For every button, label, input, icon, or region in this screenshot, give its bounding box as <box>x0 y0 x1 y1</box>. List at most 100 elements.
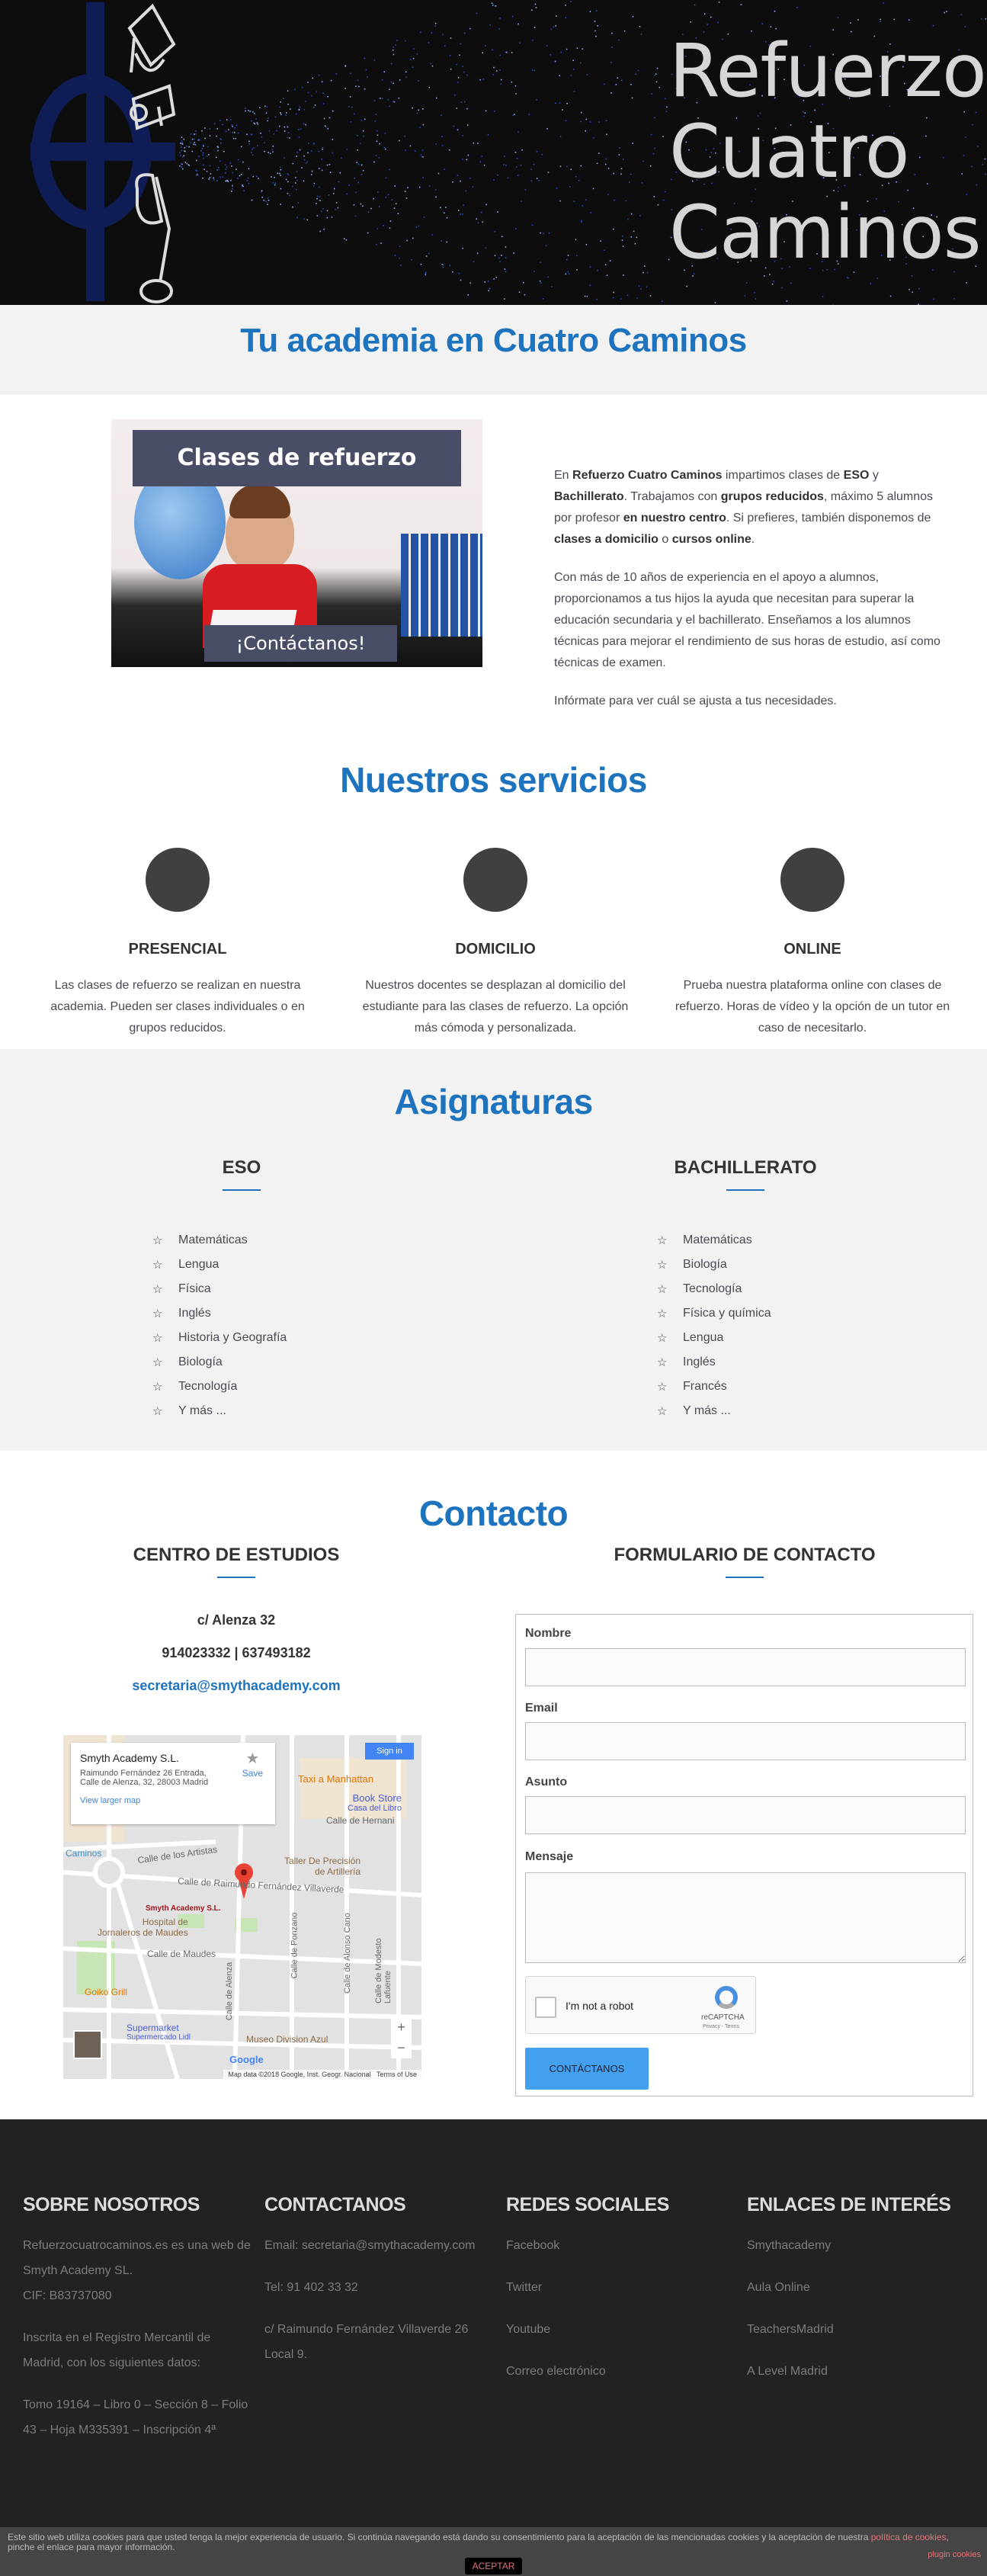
sparkle <box>499 261 501 263</box>
sparkle <box>216 146 219 147</box>
sparkle <box>604 163 607 165</box>
footer-link[interactable]: Correo electrónico <box>506 2359 735 2384</box>
recaptcha-checkbox[interactable] <box>535 1997 556 2018</box>
intro-text-run: En <box>554 469 573 482</box>
map-label: Taxi a Manhattan <box>298 1773 374 1785</box>
sparkle <box>230 179 232 181</box>
sparkle <box>638 285 640 287</box>
sparkle <box>620 298 622 300</box>
sparkle <box>425 271 427 274</box>
footer-link[interactable]: Youtube <box>506 2317 735 2342</box>
promo-image[interactable]: Clases de refuerzo ¡Contáctanos! <box>111 419 482 667</box>
map-sign-in-button[interactable]: Sign in <box>365 1743 414 1760</box>
sparkle <box>393 82 394 85</box>
sparkle <box>367 211 370 213</box>
sparkle <box>248 110 249 111</box>
sparkle <box>630 236 633 238</box>
star-icon: ☆ <box>657 1234 668 1247</box>
name-input[interactable] <box>525 1648 966 1686</box>
footer-link[interactable]: Smythacademy <box>747 2233 976 2258</box>
sparkle <box>460 101 463 103</box>
sparkle <box>406 239 408 242</box>
sparkle <box>589 121 591 123</box>
sparkle <box>428 185 431 187</box>
sparkle <box>469 177 471 179</box>
sparkle <box>944 11 945 14</box>
sparkle <box>639 215 641 217</box>
sparkle <box>181 136 183 138</box>
recaptcha-logo-icon <box>715 1986 738 2009</box>
sparkle <box>493 278 495 280</box>
sparkle <box>353 113 355 115</box>
plugin-cookies-link[interactable]: plugin cookies <box>928 2550 981 2559</box>
message-label: Mensaje <box>525 1850 574 1863</box>
google-map[interactable]: Smyth Academy S.L. Raimundo Fernández 26… <box>63 1735 421 2079</box>
sparkle <box>611 47 613 48</box>
sparkle <box>754 292 756 294</box>
footer-link[interactable]: Aula Online <box>747 2275 976 2300</box>
subject-item: ☆ Matemáticas <box>152 1228 287 1253</box>
footer-link[interactable]: TeachersMadrid <box>747 2317 976 2342</box>
sparkle <box>530 168 532 170</box>
map-save-button[interactable]: ★ Save <box>242 1749 263 1779</box>
sparkle <box>460 43 462 45</box>
sparkle <box>381 98 383 99</box>
message-textarea[interactable] <box>525 1872 966 1963</box>
sparkle <box>274 176 275 178</box>
sparkle <box>476 218 477 220</box>
sparkle <box>466 124 469 127</box>
sparkle <box>640 288 642 290</box>
sparkle <box>296 171 298 172</box>
footer-link[interactable]: Twitter <box>506 2275 735 2300</box>
recaptcha-links[interactable]: Privacy - Terms <box>703 2024 739 2029</box>
footer-link[interactable]: Facebook <box>506 2233 735 2258</box>
sparkle <box>322 92 324 94</box>
sparkle <box>514 151 517 153</box>
subject-input[interactable] <box>525 1796 966 1834</box>
sparkle <box>686 285 687 287</box>
sparkle <box>197 174 199 176</box>
sparkle <box>326 164 328 166</box>
service-text: Las clases de refuerzo se realizan en nu… <box>50 979 305 1035</box>
sparkle <box>287 104 289 105</box>
subject-item: ☆ Física <box>152 1277 287 1301</box>
sparkle <box>585 199 587 200</box>
sparkle <box>421 149 424 151</box>
email-input[interactable] <box>525 1722 966 1760</box>
accept-cookies-button[interactable]: ACEPTAR <box>465 2558 522 2574</box>
map-terms-link[interactable]: Terms of Use <box>377 2071 417 2078</box>
sparkle <box>209 165 211 167</box>
sparkle <box>449 55 451 56</box>
sparkle <box>611 32 613 34</box>
sparkle <box>301 86 303 88</box>
sparkle <box>636 297 638 299</box>
sparkle <box>360 143 361 145</box>
zoom-out-button[interactable]: − <box>391 2038 412 2058</box>
sparkle <box>202 154 204 156</box>
sparkle <box>252 148 253 150</box>
cookie-policy-link[interactable]: política de cookies <box>871 2532 947 2542</box>
sparkle <box>857 19 859 21</box>
sparkle <box>220 139 223 140</box>
star-icon: ☆ <box>657 1259 668 1272</box>
sparkle <box>362 130 364 132</box>
map-label: Calle de Alonso Cano <box>342 1913 352 1994</box>
subject-name: Inglés <box>178 1307 211 1320</box>
center-email-link[interactable]: secretaria@smythacademy.com <box>84 1678 389 1694</box>
sparkle <box>554 60 556 63</box>
sparkle <box>652 152 655 155</box>
satellite-toggle[interactable] <box>73 2030 102 2059</box>
sparkle <box>289 137 290 139</box>
footer-text: c/ Raimundo Fernández Villaverde 26 Loca… <box>264 2323 469 2361</box>
zoom-in-button[interactable]: + <box>391 2017 412 2038</box>
sparkle <box>335 73 338 75</box>
name-label: Nombre <box>525 1627 572 1640</box>
sparkle <box>420 154 422 156</box>
sparkle <box>216 180 218 182</box>
sparkle <box>985 18 987 20</box>
submit-button[interactable]: CONTÁCTANOS <box>525 2048 649 2090</box>
view-larger-map-link[interactable]: View larger map <box>80 1796 266 1805</box>
promo-contact-button[interactable]: ¡Contáctanos! <box>204 625 397 662</box>
footer-link[interactable]: A Level Madrid <box>747 2359 976 2384</box>
sparkle <box>274 182 277 184</box>
